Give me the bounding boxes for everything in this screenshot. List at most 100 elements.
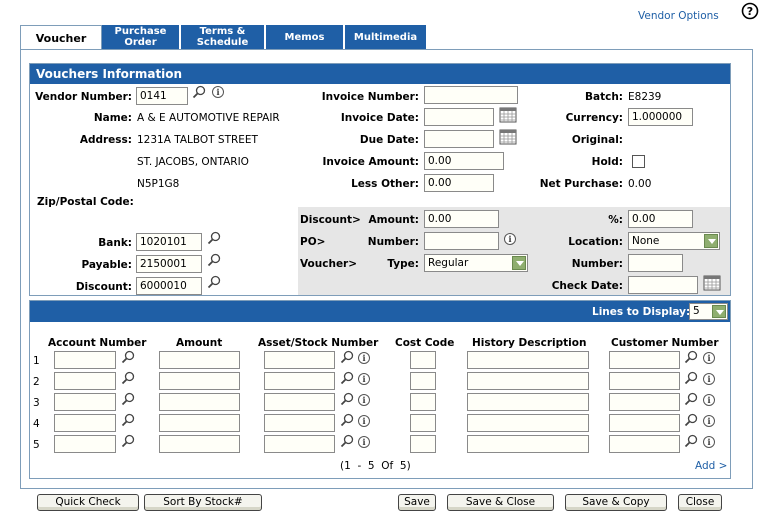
tab-purchase-order[interactable]: Purchase Order — [102, 25, 180, 49]
customer-number-input[interactable] — [609, 393, 680, 411]
cost-code-input[interactable] — [410, 372, 436, 390]
customer-search-icon[interactable] — [684, 434, 698, 448]
customer-number-input[interactable] — [609, 351, 680, 369]
tab-memos[interactable]: Memos — [266, 25, 344, 49]
vendor-options-link[interactable]: Vendor Options — [638, 10, 719, 22]
po-info-icon[interactable]: i — [504, 233, 516, 245]
payable-input[interactable] — [136, 255, 202, 273]
check-date-input[interactable] — [628, 276, 698, 294]
cost-code-input[interactable] — [410, 435, 436, 453]
asset-stock-number-input[interactable] — [264, 393, 335, 411]
bank-input[interactable] — [136, 233, 202, 251]
tab-voucher[interactable]: Voucher — [20, 25, 102, 50]
lines-to-display-select[interactable]: 5 — [689, 303, 728, 320]
customer-number-input[interactable] — [609, 435, 680, 453]
history-description-input[interactable] — [467, 351, 589, 369]
customer-info-icon[interactable]: i — [703, 373, 715, 385]
voucher-number-label: Number: — [571, 258, 623, 270]
amount-input[interactable] — [159, 435, 240, 453]
payable-search-icon[interactable] — [207, 253, 221, 267]
discount-search-icon[interactable] — [207, 275, 221, 289]
currency-input[interactable] — [628, 108, 693, 126]
asset-stock-number-input[interactable] — [264, 435, 335, 453]
asset-stock-number-input[interactable] — [264, 414, 335, 432]
stock-search-icon[interactable] — [340, 371, 354, 385]
check-date-calendar-icon[interactable] — [703, 275, 721, 291]
cost-code-input[interactable] — [410, 393, 436, 411]
close-button[interactable]: Close — [678, 494, 722, 511]
stock-info-icon[interactable]: i — [358, 373, 370, 385]
vendor-number-input[interactable] — [136, 87, 188, 105]
quick-check-button[interactable]: Quick Check — [37, 494, 139, 511]
add-line-link[interactable]: Add > — [695, 460, 727, 472]
customer-info-icon[interactable]: i — [703, 436, 715, 448]
stock-search-icon[interactable] — [340, 392, 354, 406]
customer-search-icon[interactable] — [684, 413, 698, 427]
history-description-input[interactable] — [467, 372, 589, 390]
cost-code-input[interactable] — [410, 414, 436, 432]
save-copy-button[interactable]: Save & Copy — [565, 494, 667, 511]
voucher-number-input[interactable] — [628, 254, 683, 272]
customer-number-input[interactable] — [609, 414, 680, 432]
customer-info-icon[interactable]: i — [703, 394, 715, 406]
save-close-button[interactable]: Save & Close — [447, 494, 554, 511]
history-description-input[interactable] — [467, 414, 589, 432]
less-other-input[interactable] — [424, 174, 494, 192]
invoice-number-input[interactable] — [424, 86, 518, 104]
vendor-info-icon[interactable]: i — [212, 86, 224, 98]
cost-code-input[interactable] — [410, 351, 436, 369]
location-select[interactable]: None — [628, 232, 720, 250]
account-search-icon[interactable] — [121, 434, 135, 448]
hold-checkbox[interactable] — [632, 155, 645, 168]
tab-terms-schedule[interactable]: Terms & Schedule — [181, 25, 265, 49]
account-search-icon[interactable] — [121, 350, 135, 364]
sort-by-stock-button[interactable]: Sort By Stock# — [144, 494, 262, 511]
amount-input[interactable] — [159, 393, 240, 411]
stock-search-icon[interactable] — [340, 350, 354, 364]
history-description-input[interactable] — [467, 435, 589, 453]
customer-search-icon[interactable] — [684, 392, 698, 406]
asset-stock-number-input[interactable] — [264, 372, 335, 390]
tab-multimedia[interactable]: Multimedia — [345, 25, 427, 49]
customer-number-input[interactable] — [609, 372, 680, 390]
stock-search-icon[interactable] — [340, 434, 354, 448]
customer-info-icon[interactable]: i — [703, 352, 715, 364]
discount-account-input[interactable] — [136, 277, 202, 295]
due-date-input[interactable] — [424, 130, 494, 148]
save-button[interactable]: Save — [398, 494, 436, 511]
account-number-input[interactable] — [54, 351, 116, 369]
batch-value: E8239 — [628, 91, 662, 103]
invoice-date-calendar-icon[interactable] — [499, 107, 517, 123]
invoice-amount-input[interactable] — [424, 152, 504, 170]
history-description-input[interactable] — [467, 393, 589, 411]
voucher-type-select[interactable]: Regular — [424, 254, 528, 272]
vendor-search-icon[interactable] — [192, 85, 206, 99]
discount-account-label: Discount: — [75, 281, 132, 293]
stock-info-icon[interactable]: i — [358, 394, 370, 406]
account-search-icon[interactable] — [121, 413, 135, 427]
stock-search-icon[interactable] — [340, 413, 354, 427]
customer-search-icon[interactable] — [684, 371, 698, 385]
stock-info-icon[interactable]: i — [358, 352, 370, 364]
po-number-input[interactable] — [424, 232, 499, 250]
discount-percent-input[interactable] — [628, 210, 693, 228]
account-number-input[interactable] — [54, 372, 116, 390]
customer-search-icon[interactable] — [684, 350, 698, 364]
account-number-input[interactable] — [54, 393, 116, 411]
invoice-date-input[interactable] — [424, 108, 494, 126]
stock-info-icon[interactable]: i — [358, 436, 370, 448]
amount-input[interactable] — [159, 351, 240, 369]
amount-input[interactable] — [159, 414, 240, 432]
customer-info-icon[interactable]: i — [703, 415, 715, 427]
due-date-calendar-icon[interactable] — [499, 129, 517, 145]
bank-search-icon[interactable] — [207, 231, 221, 245]
account-search-icon[interactable] — [121, 392, 135, 406]
stock-info-icon[interactable]: i — [358, 415, 370, 427]
discount-amount-input[interactable] — [424, 210, 499, 228]
help-icon[interactable]: ? — [741, 2, 759, 20]
asset-stock-number-input[interactable] — [264, 351, 335, 369]
amount-input[interactable] — [159, 372, 240, 390]
account-number-input[interactable] — [54, 414, 116, 432]
account-search-icon[interactable] — [121, 371, 135, 385]
account-number-input[interactable] — [54, 435, 116, 453]
